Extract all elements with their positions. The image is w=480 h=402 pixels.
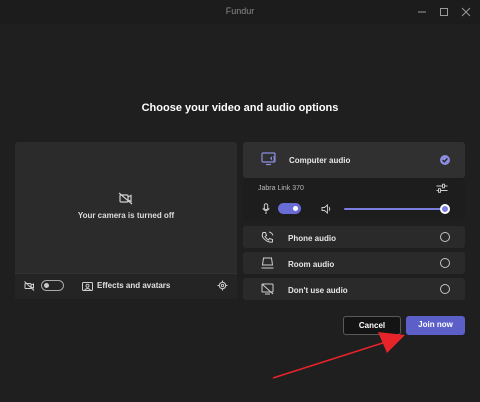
- microphone-icon: [262, 203, 270, 215]
- join-now-button[interactable]: Join now: [406, 316, 465, 335]
- audio-device-name: Jabra Link 370: [258, 185, 304, 192]
- effects-icon: [82, 282, 93, 291]
- audio-option-room[interactable]: [243, 252, 465, 274]
- computer-audio-icon: [261, 152, 277, 166]
- camera-off-small-icon: [24, 281, 35, 291]
- close-icon[interactable]: [458, 4, 474, 20]
- device-settings-icon[interactable]: [436, 183, 448, 193]
- room-audio-label: Room audio: [288, 260, 335, 269]
- maximize-icon[interactable]: [436, 4, 452, 20]
- no-audio-radio[interactable]: [440, 284, 450, 294]
- minimize-icon[interactable]: [414, 4, 430, 20]
- phone-audio-radio[interactable]: [440, 232, 450, 242]
- no-audio-label: Don't use audio: [288, 286, 348, 295]
- effects-and-avatars-button[interactable]: Effects and avatars: [97, 281, 170, 290]
- no-audio-icon: [261, 283, 274, 295]
- microphone-toggle[interactable]: [278, 203, 301, 214]
- room-audio-radio[interactable]: [440, 258, 450, 268]
- phone-audio-label: Phone audio: [288, 234, 336, 243]
- camera-toggle[interactable]: [41, 280, 64, 291]
- gear-icon[interactable]: [217, 280, 228, 291]
- window-title: Fundur: [225, 6, 255, 16]
- audio-option-phone[interactable]: [243, 226, 465, 248]
- audio-option-none[interactable]: [243, 278, 465, 300]
- volume-slider-track[interactable]: [344, 208, 445, 210]
- computer-audio-label: Computer audio: [289, 156, 351, 165]
- phone-icon: [261, 231, 274, 244]
- title-bar: Fundur: [0, 0, 480, 24]
- volume-slider-thumb[interactable]: [440, 204, 450, 214]
- camera-off-icon: [118, 191, 134, 205]
- computer-audio-radio[interactable]: [440, 155, 450, 165]
- cancel-button[interactable]: Cancel: [343, 316, 401, 335]
- speaker-icon: [321, 204, 332, 214]
- room-icon: [261, 257, 274, 269]
- camera-off-message: Your camera is turned off: [77, 211, 175, 220]
- page-title: Choose your video and audio options: [141, 102, 339, 114]
